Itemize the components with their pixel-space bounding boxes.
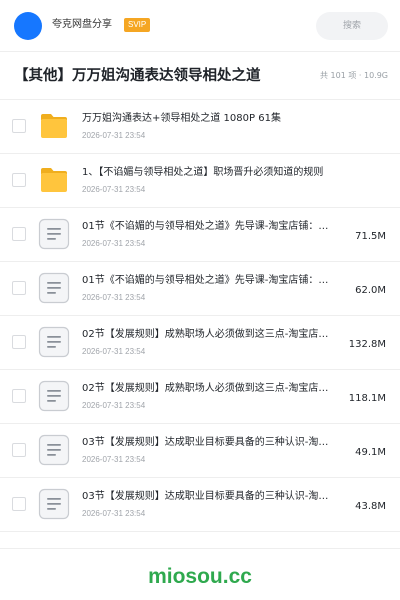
file-size: 62.0M	[355, 285, 386, 296]
file-name[interactable]: 02节【发展规则】成熟职场人必须做到这三点-淘宝店…	[82, 382, 352, 396]
file-size: 132.8M	[348, 339, 386, 350]
folder-meta: 共 101 项 · 10.9G	[320, 71, 388, 80]
row-checkbox[interactable]	[12, 389, 26, 403]
document-icon	[38, 326, 70, 358]
folder-header: 【其他】万万姐沟通表达领导相处之道 共 101 项 · 10.9G	[0, 52, 400, 100]
page-title: 【其他】万万姐沟通表达领导相处之道	[14, 68, 261, 84]
document-icon	[38, 380, 70, 412]
divider	[0, 548, 400, 549]
file-name[interactable]: 02节【发展规则】成熟职场人必须做到这三点-淘宝店…	[82, 328, 352, 342]
folder-row[interactable]: 1、【不谄媚与领导相处之道】职场晋升必须知道的规则 2026-07-31 23:5…	[0, 154, 400, 208]
top-bar: 夸克网盘分享 SVIP	[0, 0, 400, 52]
row-checkbox[interactable]	[12, 281, 26, 295]
file-date: 2026-07-31 23:54	[82, 401, 146, 410]
row-checkbox[interactable]	[12, 443, 26, 457]
document-icon	[38, 434, 70, 466]
watermark: miosou.cc	[148, 565, 252, 588]
file-name[interactable]: 03节【发展规则】达成职业目标要具备的三种认识-淘…	[82, 436, 352, 450]
row-checkbox[interactable]	[12, 497, 26, 511]
file-size: 43.8M	[355, 501, 386, 512]
file-row[interactable]: 01节《不谄媚的与领导相处之道》先导课-淘宝店铺：… 2026-07-31 23:…	[0, 262, 400, 316]
file-name[interactable]: 01节《不谄媚的与领导相处之道》先导课-淘宝店铺：…	[82, 220, 352, 234]
row-checkbox[interactable]	[12, 173, 26, 187]
file-row[interactable]: 03节【发展规则】达成职业目标要具备的三种认识-淘… 2026-07-31 23:…	[0, 478, 400, 532]
file-row[interactable]: 03节【发展规则】达成职业目标要具备的三种认识-淘… 2026-07-31 23:…	[0, 424, 400, 478]
file-date: 2026-07-31 23:54	[82, 185, 146, 194]
document-icon	[38, 272, 70, 304]
document-icon	[38, 488, 70, 520]
file-list: 万万姐沟通表达+领导相处之道 1080P 61集 2026-07-31 23:54…	[0, 100, 400, 532]
svip-badge: SVIP	[124, 18, 151, 32]
file-date: 2026-07-31 23:54	[82, 347, 146, 356]
file-size: 49.1M	[355, 447, 386, 458]
file-date: 2026-07-31 23:54	[82, 239, 146, 248]
row-checkbox[interactable]	[12, 335, 26, 349]
row-checkbox[interactable]	[12, 119, 26, 133]
file-row[interactable]: 02节【发展规则】成熟职场人必须做到这三点-淘宝店… 2026-07-31 23:…	[0, 316, 400, 370]
file-date: 2026-07-31 23:54	[82, 131, 146, 140]
document-icon	[38, 218, 70, 250]
folder-icon	[38, 110, 70, 142]
avatar[interactable]	[14, 12, 42, 40]
file-name[interactable]: 01节《不谄媚的与领导相处之道》先导课-淘宝店铺：…	[82, 274, 352, 288]
file-date: 2026-07-31 23:54	[82, 293, 146, 302]
file-size: 71.5M	[355, 231, 386, 242]
file-date: 2026-07-31 23:54	[82, 455, 146, 464]
app-name: 夸克网盘分享	[52, 19, 112, 30]
file-size: 118.1M	[348, 393, 386, 404]
file-name[interactable]: 03节【发展规则】达成职业目标要具备的三种认识-淘…	[82, 490, 352, 504]
row-checkbox[interactable]	[12, 227, 26, 241]
folder-row[interactable]: 万万姐沟通表达+领导相处之道 1080P 61集 2026-07-31 23:54	[0, 100, 400, 154]
folder-icon	[38, 164, 70, 196]
file-row[interactable]: 01节《不谄媚的与领导相处之道》先导课-淘宝店铺：… 2026-07-31 23:…	[0, 208, 400, 262]
file-name[interactable]: 万万姐沟通表达+领导相处之道 1080P 61集	[82, 112, 382, 126]
file-name[interactable]: 1、【不谄媚与领导相处之道】职场晋升必须知道的规则	[82, 166, 382, 180]
file-row[interactable]: 02节【发展规则】成熟职场人必须做到这三点-淘宝店… 2026-07-31 23:…	[0, 370, 400, 424]
file-date: 2026-07-31 23:54	[82, 509, 146, 518]
search-input[interactable]	[316, 12, 388, 40]
